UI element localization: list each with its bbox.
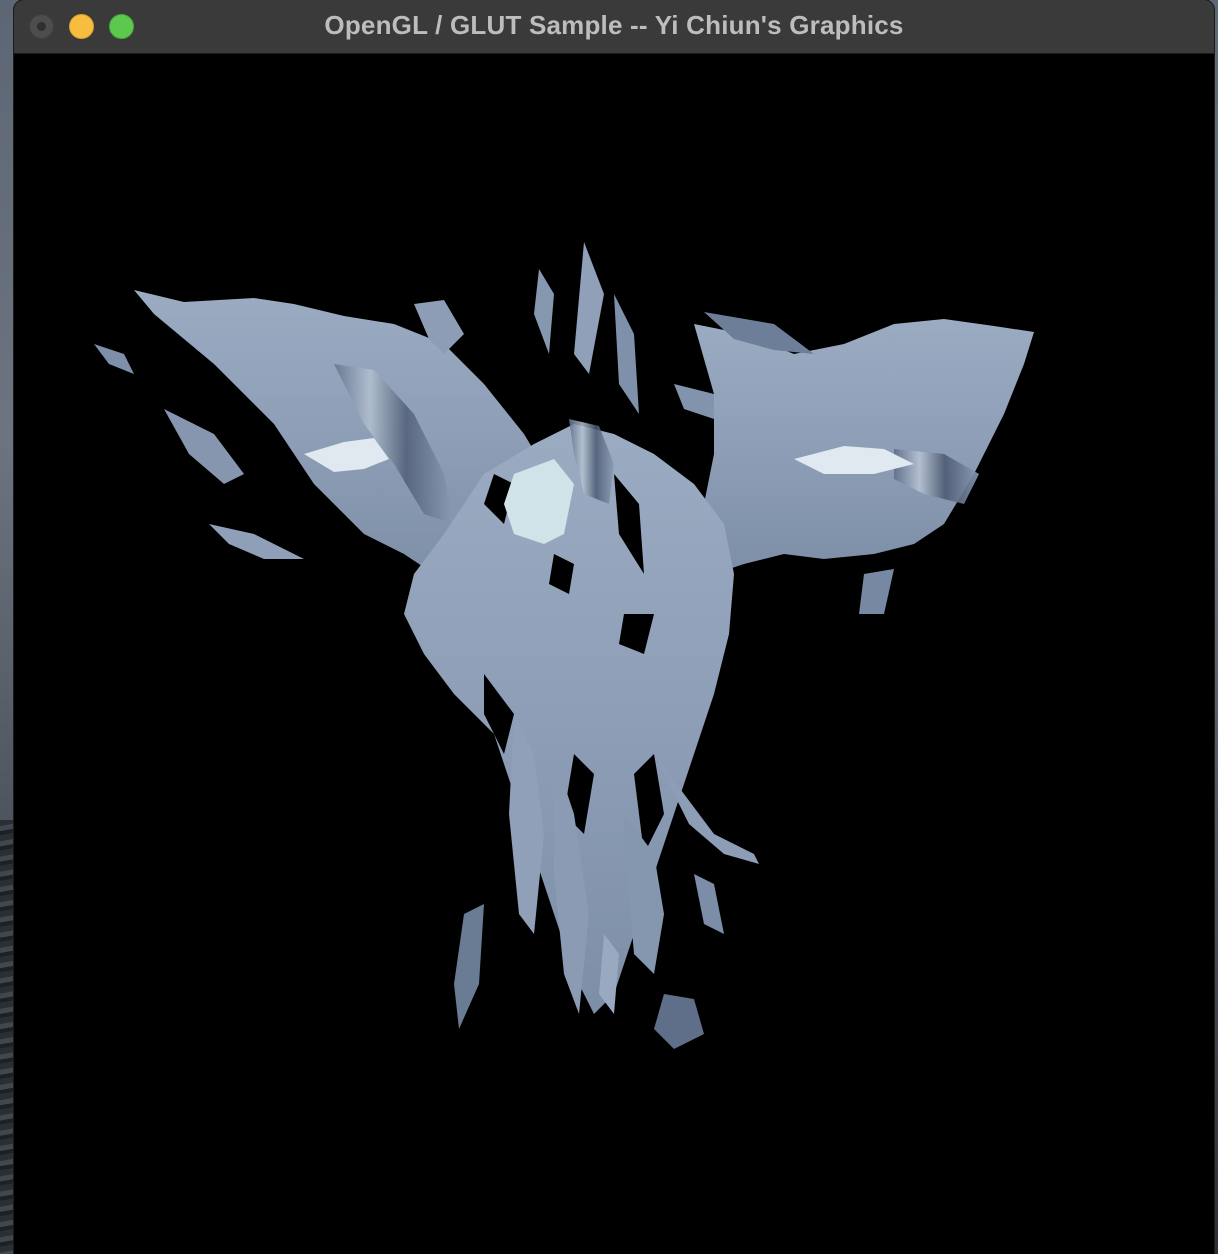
model-head-spike <box>534 269 554 354</box>
model-tail-feather <box>454 904 484 1029</box>
model-right-wing-shard <box>859 569 894 614</box>
model-head-spike <box>574 242 604 374</box>
model-tail-feather <box>654 994 704 1049</box>
model-left-wing-shard <box>164 409 244 484</box>
model-left-wing-shard <box>94 344 134 374</box>
model-tail-feather <box>694 874 724 934</box>
opengl-canvas[interactable] <box>14 54 1214 1254</box>
model-head-spike <box>614 294 639 414</box>
glut-window: OpenGL / GLUT Sample -- Yi Chiun's Graph… <box>14 0 1214 1254</box>
model-right-wing <box>694 319 1034 574</box>
title-bar[interactable]: OpenGL / GLUT Sample -- Yi Chiun's Graph… <box>14 0 1214 54</box>
model-left-wing-shard <box>209 524 304 559</box>
rendered-bird-model <box>94 242 1034 1049</box>
model-right-wing-shard <box>674 384 714 419</box>
window-title: OpenGL / GLUT Sample -- Yi Chiun's Graph… <box>324 10 904 40</box>
